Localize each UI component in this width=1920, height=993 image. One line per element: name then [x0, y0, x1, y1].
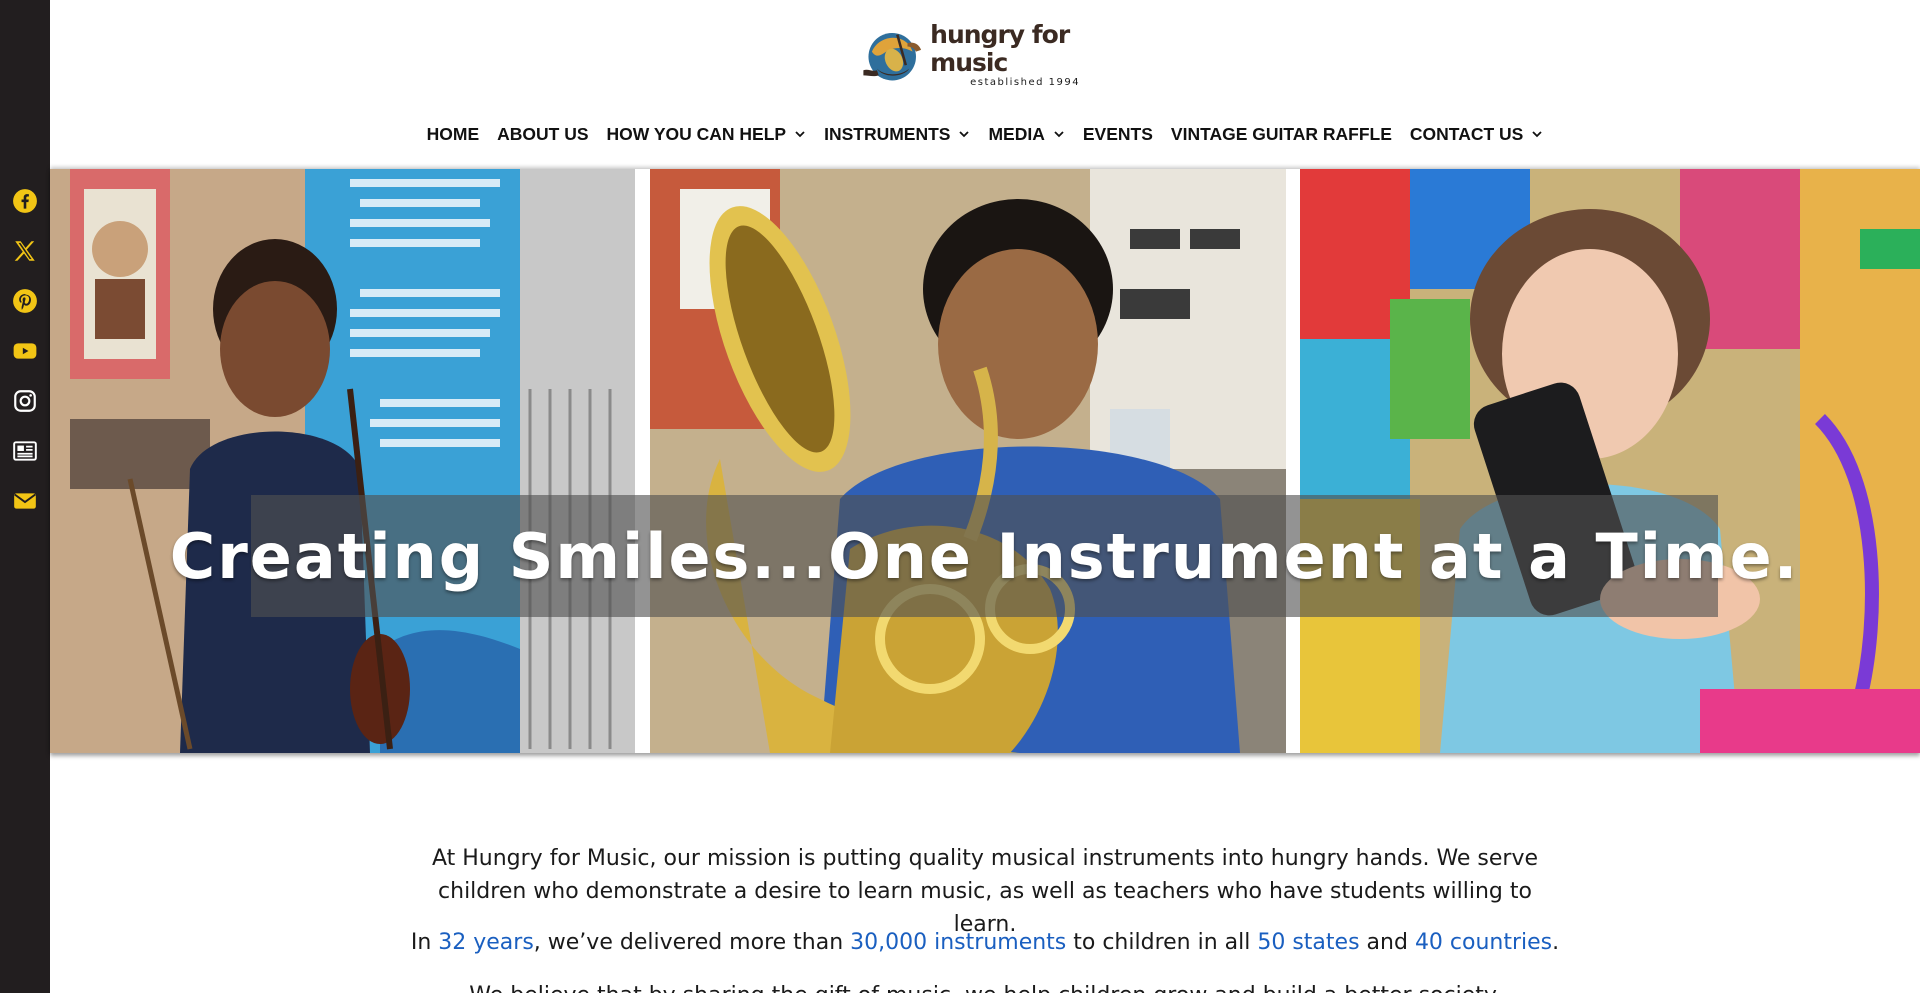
nav-label: CONTACT US: [1409, 123, 1524, 144]
impact-stats: In 32 years, we’ve delivered more than 3…: [350, 928, 1620, 958]
facebook-icon: [13, 189, 37, 213]
pinterest-icon: [13, 289, 37, 313]
logo-name: hungry for music: [930, 20, 1070, 77]
hero-photo-violin: [50, 169, 635, 753]
logo-tagline: established 1994: [970, 77, 1081, 88]
nav-instruments[interactable]: INSTRUMENTS: [815, 118, 979, 150]
stats-text: In: [410, 930, 439, 955]
newspaper-icon: [13, 441, 37, 461]
stats-text: and: [1359, 930, 1415, 955]
chevron-down-icon: [1054, 131, 1064, 138]
hero-photo-case: [1300, 169, 1920, 753]
nav-label: INSTRUMENTS: [824, 123, 951, 144]
instagram-icon: [14, 390, 36, 412]
email-icon: [14, 493, 36, 509]
nav-contact-us[interactable]: CONTACT US: [1401, 118, 1552, 150]
nav-label: VINTAGE GUITAR RAFFLE: [1170, 123, 1392, 144]
hero-photo-euphonium: [650, 169, 1286, 753]
youtube-link[interactable]: [0, 326, 50, 376]
stats-text: .: [1552, 930, 1560, 955]
nav-label: EVENTS: [1082, 123, 1153, 144]
main-content: At Hungry for Music, our mission is putt…: [50, 753, 1920, 993]
nav-label: HOME: [426, 123, 480, 144]
nav-label: HOW YOU CAN HELP: [606, 123, 787, 144]
x-link[interactable]: [0, 226, 50, 276]
hero-headline-banner: Creating Smiles...One Instrument at a Ti…: [170, 495, 1797, 617]
chevron-down-icon: [795, 131, 805, 138]
site-header: hungry for music established 1994 HOME A…: [50, 0, 1920, 168]
countries-link[interactable]: 40 countries: [1415, 930, 1552, 955]
social-links: [0, 176, 50, 526]
nav-vintage-guitar-raffle[interactable]: VINTAGE GUITAR RAFFLE: [1162, 118, 1401, 150]
nav-about-us[interactable]: ABOUT US: [488, 118, 597, 150]
nav-label: MEDIA: [988, 123, 1045, 144]
hero-headline: Creating Smiles...One Instrument at a Ti…: [169, 519, 1800, 593]
stats-text: to children in all: [1066, 930, 1258, 955]
nav-label: ABOUT US: [497, 123, 589, 144]
mission-statement: At Hungry for Music, our mission is putt…: [431, 846, 1539, 937]
youtube-icon: [13, 343, 37, 359]
pinterest-link[interactable]: [0, 276, 50, 326]
logo-text: hungry for music established 1994: [930, 21, 1120, 89]
next-paragraph: We believe that by sharing the gift of m…: [430, 981, 1540, 993]
main-nav: HOME ABOUT US HOW YOU CAN HELP INSTRUMEN…: [50, 118, 1920, 150]
stats-text: , we’ve delivered more than: [533, 930, 851, 955]
newsletter-link[interactable]: [0, 426, 50, 476]
logo-mark-icon: [863, 32, 922, 81]
chevron-down-icon: [959, 131, 970, 138]
instruments-link[interactable]: 30,000 instruments: [850, 930, 1066, 955]
email-link[interactable]: [0, 476, 50, 526]
site-logo[interactable]: hungry for music established 1994: [860, 20, 1120, 90]
instagram-link[interactable]: [0, 376, 50, 426]
hero-banner: Creating Smiles...One Instrument at a Ti…: [50, 169, 1920, 753]
nav-media[interactable]: MEDIA: [979, 118, 1073, 150]
years-link[interactable]: 32 years: [438, 930, 534, 955]
x-icon: [14, 241, 35, 261]
nav-home[interactable]: HOME: [418, 118, 489, 150]
facebook-link[interactable]: [0, 176, 50, 226]
states-link[interactable]: 50 states: [1257, 930, 1359, 955]
chevron-down-icon: [1532, 131, 1542, 138]
nav-events[interactable]: EVENTS: [1074, 118, 1162, 150]
social-sidebar: [0, 0, 50, 993]
nav-how-you-can-help[interactable]: HOW YOU CAN HELP: [598, 118, 816, 150]
